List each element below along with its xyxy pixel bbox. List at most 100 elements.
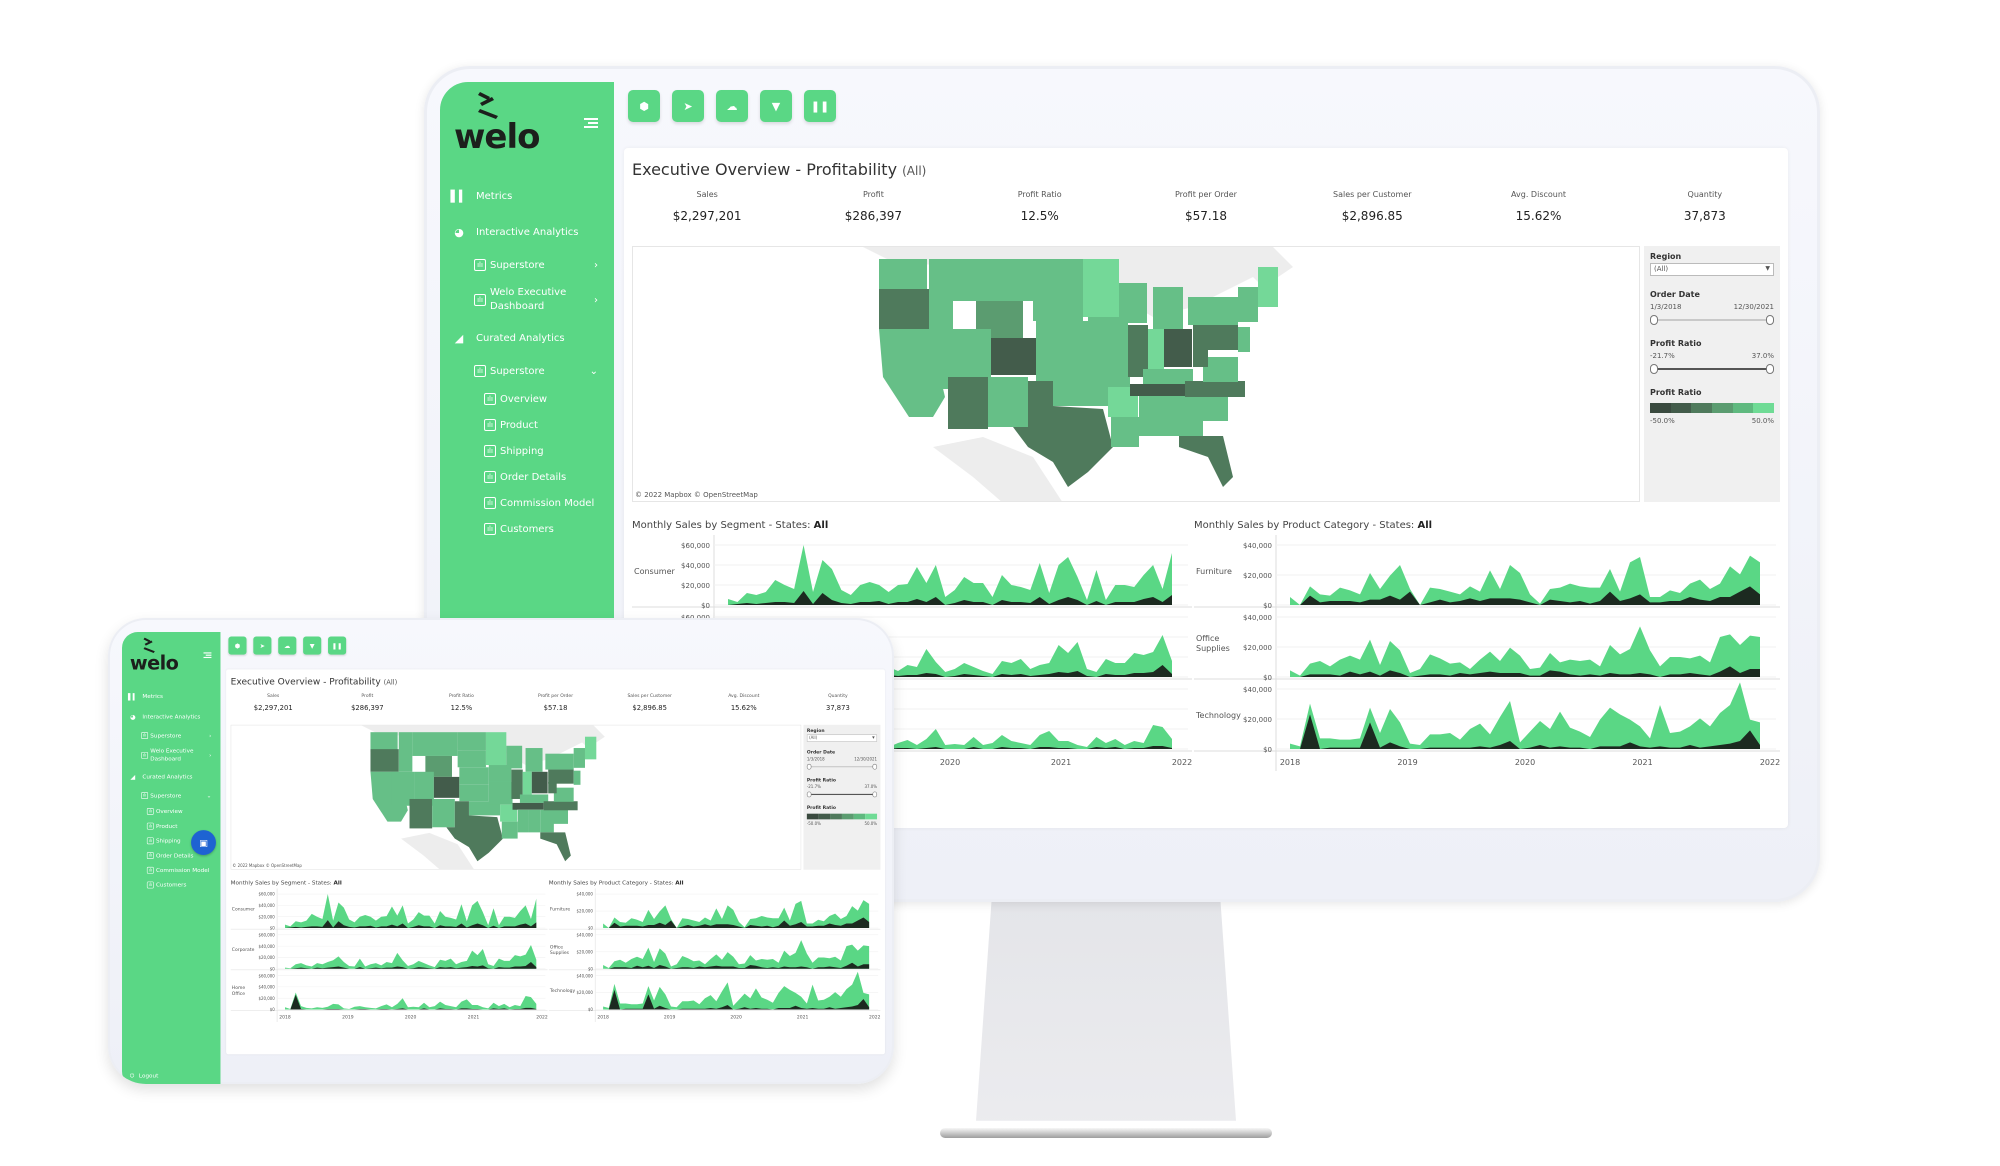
sidebar-item-metrics[interactable]: ▌▍ Metrics <box>122 686 220 706</box>
power-icon: ⏻ <box>129 1072 135 1080</box>
kpi-label: Avg. Discount <box>728 693 760 699</box>
chat-button[interactable]: ▣ <box>191 830 216 856</box>
send-button[interactable]: ➤ <box>253 636 272 655</box>
pause-button[interactable]: ❚❚ <box>804 90 836 122</box>
sidebar-item-overview[interactable]: ılı Overview <box>440 386 614 412</box>
logo-mark-icon <box>478 92 498 119</box>
map-state <box>548 769 574 784</box>
cloud-upload-button[interactable]: ☁ <box>278 636 297 655</box>
cloud-upload-button[interactable]: ☁ <box>716 90 748 122</box>
sidebar-item-commission-model[interactable]: ılı Commission Model <box>122 863 220 878</box>
sidebar-item-commission-model[interactable]: ılı Commission Model <box>440 490 614 516</box>
slider-handle-end[interactable] <box>872 763 878 770</box>
legend-swatch <box>818 813 831 820</box>
slider-handle-end[interactable] <box>1766 364 1774 374</box>
region-select[interactable]: (All) ▼ <box>806 734 878 742</box>
sidebar-item-interactive-analytics[interactable]: ◕ Interactive Analytics <box>440 214 614 250</box>
sidebar-item-welo-executive-dashboard[interactable]: ılı Welo Executive Dashboard › <box>122 744 220 767</box>
slider-handle-start[interactable] <box>806 791 812 798</box>
toolbar: ⬢ ➤ ☁ ▼ ❚❚ <box>628 90 836 122</box>
logout-button[interactable]: ⏻ Logout <box>130 1073 158 1079</box>
map-state <box>879 289 929 329</box>
sidebar-item-curated-analytics[interactable]: ◢ Curated Analytics <box>122 767 220 787</box>
kpi-profit-ratio: Profit Ratio 12.5% <box>957 190 1123 223</box>
sidebar-item-interactive-analytics[interactable]: ◕ Interactive Analytics <box>122 707 220 727</box>
sidebar-item-order-details[interactable]: ılı Order Details <box>440 464 614 490</box>
map-state <box>528 809 541 833</box>
kpi-label: Quantity <box>828 693 848 699</box>
profit-ratio-slider[interactable] <box>1650 364 1774 374</box>
sidebar-item-overview[interactable]: ılı Overview <box>122 804 220 819</box>
sales-area <box>1290 626 1760 677</box>
filter-panel: Region (All) ▼ Order Date 1/3/2018 12/30… <box>1644 246 1780 502</box>
map-state <box>1088 347 1130 387</box>
area-chart-icon: ◢ <box>454 331 464 345</box>
kpi-row: Sales $2,297,201 Profit $286,397 Profit Ra… <box>624 190 1788 223</box>
slider-handle-start[interactable] <box>806 763 812 770</box>
us-profit-map[interactable]: © 2022 Mapbox © OpenStreetMap <box>632 246 1640 502</box>
map-state <box>573 770 581 785</box>
sidebar-item-superstore-curated[interactable]: ılı Superstore ⌄ <box>440 356 614 386</box>
logo-text: welo <box>454 117 540 157</box>
page-title: Executive Overview - Profitability (All) <box>231 676 398 687</box>
chart-title-text: Monthly Sales by Segment - States: <box>632 520 811 531</box>
order-date-start: 1/3/2018 <box>806 757 825 762</box>
y-tick-label: $20,000 <box>577 949 594 954</box>
filter-button[interactable]: ▼ <box>303 636 322 655</box>
kpi-sales: Sales $2,297,201 <box>624 190 790 223</box>
y-tick-label: $40,000 <box>258 985 275 990</box>
box-button[interactable]: ⬢ <box>628 90 660 122</box>
filter-button[interactable]: ▼ <box>760 90 792 122</box>
send-button[interactable]: ➤ <box>672 90 704 122</box>
slider-handle-start[interactable] <box>1650 315 1658 325</box>
order-date-slider[interactable] <box>806 763 878 770</box>
map-state <box>370 732 398 752</box>
kpi-quantity: Quantity 37,873 <box>791 693 885 712</box>
slider-handle-end[interactable] <box>872 791 878 798</box>
legend-range: -50.0% 50.0% <box>807 822 877 827</box>
segment-area-chart[interactable]: Consumer$60,000$40,000$20,000$0Corporate… <box>230 888 548 1052</box>
pause-button[interactable]: ❚❚ <box>328 636 347 655</box>
region-select[interactable]: (All) ▼ <box>1650 263 1774 276</box>
chart-title: Monthly Sales by Product Category - Stat… <box>549 880 881 886</box>
profit-ratio-filter-label: Profit Ratio <box>806 777 836 783</box>
sidebar-item-welo-executive-dashboard[interactable]: ılı Welo Executive Dashboard › <box>440 280 614 320</box>
x-tick-label: 2020 <box>1515 758 1535 767</box>
welo-logo[interactable]: welo <box>454 90 540 157</box>
profit-ratio-slider[interactable] <box>806 791 878 798</box>
kpi-label: Profit Ratio <box>1017 190 1062 199</box>
slider-handle-start[interactable] <box>1650 364 1658 374</box>
y-tick-label: $0 <box>588 1007 594 1012</box>
category-area-chart[interactable]: Furniture $40,000 $20,000 $0 Office Supplies $… <box>548 888 881 1052</box>
map-state <box>1119 283 1147 323</box>
sidebar-item-shipping[interactable]: ılı Shipping <box>440 438 614 464</box>
sidebar-item-curated-analytics[interactable]: ◢ Curated Analytics <box>440 320 614 356</box>
sidebar-item-product[interactable]: ılı Product <box>440 412 614 438</box>
map-state <box>1139 396 1159 436</box>
profit-ratio-range: -21.7% 37.0% <box>807 785 877 790</box>
welo-logo[interactable]: welo <box>130 637 179 673</box>
send-icon: ➤ <box>683 99 693 113</box>
sidebar-item-label: Shipping <box>500 445 544 457</box>
map-state <box>1148 329 1164 369</box>
sales-area <box>603 940 870 969</box>
menu-toggle-icon[interactable] <box>203 651 212 659</box>
sidebar-item-superstore-interactive[interactable]: ılı Superstore › <box>440 250 614 280</box>
sidebar-item-customers[interactable]: ılı Customers <box>440 516 614 542</box>
sidebar-item-superstore-curated[interactable]: ılı Superstore ⌄ <box>122 787 220 804</box>
slider-handle-end[interactable] <box>1766 315 1774 325</box>
sidebar-item-superstore-interactive[interactable]: ılı Superstore › <box>122 727 220 744</box>
sidebar-item-customers[interactable]: ılı Customers <box>122 878 220 893</box>
menu-toggle-icon[interactable] <box>584 116 598 130</box>
sidebar-item-metrics[interactable]: ▌▍ Metrics <box>440 178 614 214</box>
us-profit-map[interactable]: © 2022 Mapbox © OpenStreetMap <box>230 724 802 870</box>
dashboard-icon: ılı <box>484 393 496 405</box>
legend-swatch <box>1691 403 1713 413</box>
box-button[interactable]: ⬢ <box>228 636 247 655</box>
order-date-slider[interactable] <box>1650 315 1774 325</box>
legend-min: -50.0% <box>806 821 821 827</box>
map-state <box>1238 327 1250 352</box>
category-area-chart[interactable]: Furniture $40,000 $20,000 $0 Office Supplies $… <box>1194 535 1780 825</box>
chart-title-filter: All <box>1417 520 1433 531</box>
x-tick-label: 2021 <box>1051 758 1071 767</box>
